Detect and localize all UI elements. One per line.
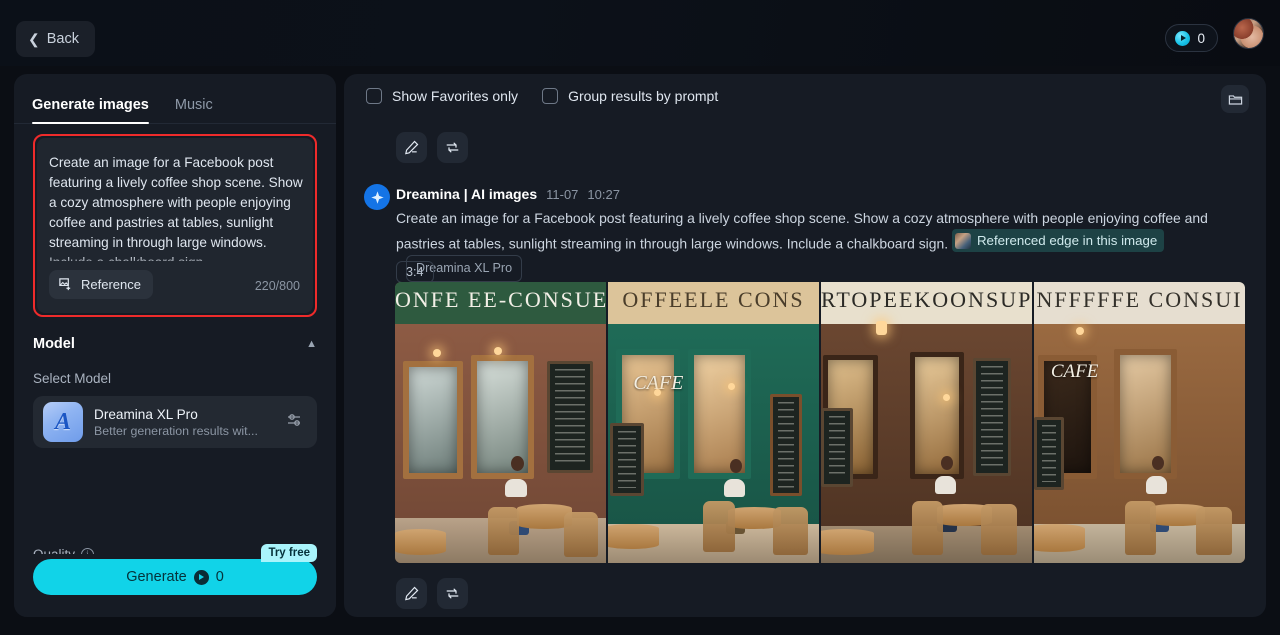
credits-badge[interactable]: 0 xyxy=(1165,24,1218,52)
checkbox-show-favorites[interactable] xyxy=(366,88,382,104)
image-4-cafe-word: CAFE xyxy=(1050,360,1099,382)
avatar[interactable] xyxy=(1233,18,1264,49)
image-2-sign-text: OFFEELE CONS xyxy=(622,287,805,312)
model-name: Dreamina XL Pro xyxy=(94,406,198,422)
generate-area: Generate 0 Try free xyxy=(14,544,336,617)
message-date: 11-07 xyxy=(546,187,579,202)
generated-image-4[interactable]: NFFFFFE CONSUI CAFE xyxy=(1034,282,1245,563)
back-button-label: Back xyxy=(46,31,79,47)
image-thumb-icon xyxy=(954,232,971,249)
credits-value: 0 xyxy=(1197,30,1205,46)
tab-music-label: Music xyxy=(174,97,213,113)
message-time: 10:27 xyxy=(587,187,620,202)
filter-group-by-prompt-label: Group results by prompt xyxy=(568,88,719,104)
edit-button-bottom[interactable] xyxy=(396,578,427,609)
coin-icon xyxy=(193,569,209,585)
select-model-label: Select Model xyxy=(33,371,112,386)
try-free-badge[interactable]: Try free xyxy=(261,544,317,562)
chevron-up-icon[interactable]: ▲ xyxy=(306,338,317,350)
message-body: Create an image for a Facebook post feat… xyxy=(396,208,1248,282)
back-button[interactable]: ❮ Back xyxy=(16,21,95,57)
filter-show-favorites-label: Show Favorites only xyxy=(392,88,519,104)
prompt-input-container[interactable]: Create an image for a Facebook post feat… xyxy=(37,138,313,313)
generated-image-1[interactable]: ONFE EE-CONSUE xyxy=(395,282,606,563)
message-toolbar-top xyxy=(396,132,468,163)
prompt-input[interactable]: Create an image for a Facebook post feat… xyxy=(49,153,303,261)
left-panel: Generate images Music Create an image fo… xyxy=(14,74,336,617)
tab-generate-images[interactable]: Generate images xyxy=(32,97,149,124)
model-section-title: Model xyxy=(33,336,75,352)
model-description: Better generation results wit... xyxy=(94,423,258,438)
image-3-sign-text: RTOPEEKOONSUP xyxy=(821,287,1032,312)
model-card[interactable]: A Dreamina XL Pro Better generation resu… xyxy=(33,396,317,448)
model-thumbnail: A xyxy=(43,402,83,442)
regenerate-button-top[interactable] xyxy=(437,132,468,163)
model-section-header[interactable]: Model ▲ xyxy=(33,336,317,352)
filter-show-favorites[interactable]: Show Favorites only xyxy=(366,88,518,104)
sparkle-icon xyxy=(370,190,384,204)
generated-image-3[interactable]: RTOPEEKOONSUP xyxy=(821,282,1032,563)
regenerate-icon xyxy=(446,588,459,599)
checkbox-group-by-prompt[interactable] xyxy=(542,88,559,104)
folder-button[interactable] xyxy=(1221,85,1249,113)
edit-pencil-icon xyxy=(405,586,419,601)
reference-button-label: Reference xyxy=(81,277,141,292)
generate-button-label: Generate xyxy=(126,569,187,585)
regenerate-button-bottom[interactable] xyxy=(437,578,468,609)
generate-button[interactable]: Generate 0 xyxy=(33,559,317,595)
folder-icon xyxy=(1228,94,1242,105)
filter-group-by-prompt[interactable]: Group results by prompt xyxy=(542,88,718,104)
sliders-icon[interactable] xyxy=(285,410,307,435)
image-4-sign-text: NFFFFFE CONSUI xyxy=(1036,287,1243,312)
generated-images-strip: ONFE EE-CONSUE OFFEELE CONS CAFE RTOPEEK… xyxy=(395,282,1245,563)
top-bar: ❮ Back 0 xyxy=(0,0,1280,66)
generate-cost: 0 xyxy=(215,569,224,585)
message-toolbar-bottom xyxy=(396,578,468,609)
character-counter: 220/800 xyxy=(254,279,300,293)
reference-button[interactable]: Reference xyxy=(49,270,153,299)
model-meta: Dreamina XL Pro Better generation result… xyxy=(94,407,285,438)
message-avatar xyxy=(364,184,390,210)
results-panel: Show Favorites only Group results by pro… xyxy=(344,74,1266,617)
coin-icon xyxy=(1175,30,1191,46)
panel-tabs: Generate images Music xyxy=(14,74,336,124)
reference-chip-label: Referenced edge in this image xyxy=(976,233,1158,248)
image-1-sign-text: ONFE EE-CONSUE xyxy=(395,287,606,312)
filter-row: Show Favorites only Group results by pro… xyxy=(366,88,718,104)
edit-button-top[interactable] xyxy=(396,132,427,163)
message-header: Dreamina | AI images 11-07 10:27 xyxy=(396,186,620,202)
reference-chip[interactable]: Referenced edge in this image xyxy=(951,229,1165,252)
tab-music[interactable]: Music xyxy=(175,97,213,123)
regenerate-icon xyxy=(446,142,459,153)
generated-image-2[interactable]: OFFEELE CONS CAFE xyxy=(608,282,819,563)
edit-pencil-icon xyxy=(405,140,419,155)
tab-generate-images-label: Generate images xyxy=(32,97,149,113)
chevron-left-icon: ❮ xyxy=(28,30,40,47)
prompt-highlight-box: Create an image for a Facebook post feat… xyxy=(33,134,317,317)
add-image-icon xyxy=(59,278,71,291)
aspect-ratio-badge: 3:4 xyxy=(396,261,434,283)
message-author: Dreamina | AI images xyxy=(396,186,538,202)
